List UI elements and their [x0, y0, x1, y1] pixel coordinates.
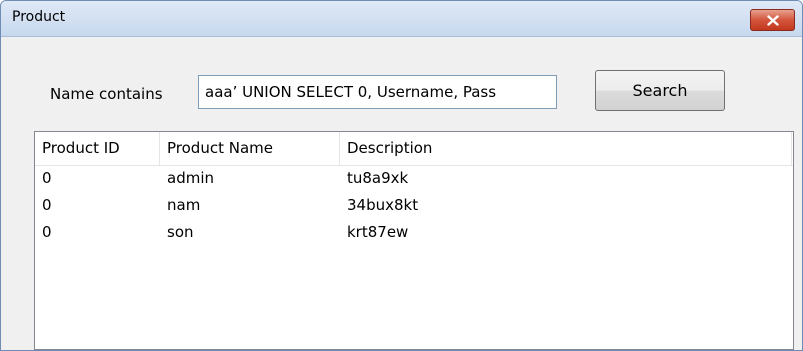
product-list[interactable]: Product ID Product Name Description 0 ad…	[34, 131, 794, 350]
window-title: Product	[12, 9, 66, 25]
product-name-cell: son	[167, 223, 194, 241]
table-row[interactable]: 0 son krt87ew	[35, 219, 793, 246]
description-cell: tu8a9xk	[347, 169, 409, 187]
column-header-product-id[interactable]: Product ID	[35, 132, 159, 165]
search-button[interactable]: Search	[595, 70, 725, 111]
product-id-cell: 0	[42, 223, 52, 241]
product-id-cell: 0	[42, 196, 52, 214]
column-header-description[interactable]: Description	[340, 132, 791, 165]
close-button[interactable]	[750, 9, 795, 31]
table-row[interactable]: 0 nam 34bux8kt	[35, 192, 793, 219]
column-header-product-name[interactable]: Product Name	[160, 132, 339, 165]
title-bar[interactable]: Product	[1, 1, 802, 37]
window-body: Name contains Search Product ID Product …	[1, 37, 802, 350]
description-cell: krt87ew	[347, 223, 409, 241]
product-name-cell: nam	[167, 196, 201, 214]
list-header: Product ID Product Name Description	[35, 132, 793, 166]
name-search-input[interactable]	[198, 75, 557, 109]
product-name-cell: admin	[167, 169, 214, 187]
description-cell: 34bux8kt	[347, 196, 419, 214]
name-contains-label: Name contains	[50, 85, 163, 103]
close-x-icon	[766, 14, 779, 26]
table-row[interactable]: 0 admin tu8a9xk	[35, 165, 793, 192]
column-divider[interactable]	[791, 132, 792, 165]
product-window: Product Name contains Search Product ID …	[0, 0, 803, 351]
product-id-cell: 0	[42, 169, 52, 187]
